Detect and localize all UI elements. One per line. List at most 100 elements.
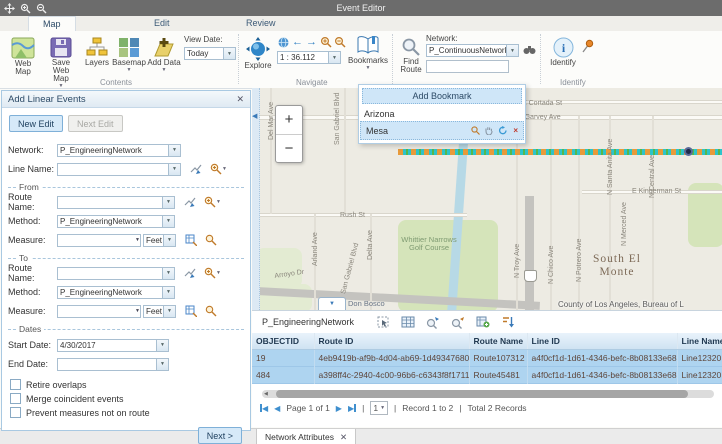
- zoom-to-route-icon[interactable]: ▼: [204, 196, 221, 208]
- route-input[interactable]: [426, 60, 509, 73]
- table-toolbar: P_EngineeringNetwork: [252, 311, 722, 333]
- to-method-select[interactable]: P_EngineeringNetwork▼: [57, 286, 175, 299]
- collapse-table-button[interactable]: ▼: [318, 297, 346, 310]
- horizontal-scrollbar[interactable]: ◀: [262, 390, 714, 398]
- column-header[interactable]: Route Name: [469, 333, 527, 350]
- add-data-dropdown-caret[interactable]: ▼: [162, 68, 167, 72]
- tab-network-attributes[interactable]: Network Attributes ✕: [256, 429, 356, 444]
- scroll-left-icon[interactable]: ◀: [264, 391, 268, 397]
- select-records-icon[interactable]: [377, 316, 390, 329]
- select-line-icon[interactable]: [190, 163, 202, 175]
- tab-close-icon[interactable]: ✕: [340, 432, 347, 443]
- panel-close-icon[interactable]: ✕: [236, 94, 244, 105]
- from-route-select[interactable]: ▼: [57, 196, 175, 209]
- forward-arrow-icon[interactable]: →: [305, 36, 318, 48]
- bookmark-item-arizona[interactable]: Arizona: [359, 107, 525, 121]
- back-arrow-icon[interactable]: ←: [291, 36, 304, 48]
- zoom-to-line-icon[interactable]: ▼: [210, 163, 227, 175]
- checkbox[interactable]: [10, 407, 21, 418]
- line-name-select[interactable]: ▼: [57, 163, 181, 176]
- zoom-to-selection-icon[interactable]: [426, 316, 440, 329]
- identify-button[interactable]: i Identify: [548, 37, 578, 67]
- bookmarks-dropdown-caret[interactable]: ▼: [366, 66, 371, 70]
- bookmark-delete-icon[interactable]: ×: [513, 126, 518, 135]
- column-header[interactable]: Line Name: [677, 333, 722, 350]
- to-measure-input[interactable]: ▼: [57, 305, 141, 318]
- from-measure-unit-select[interactable]: Feet▼: [143, 234, 176, 247]
- map-label: E Cortada St: [522, 100, 562, 107]
- pin-icon[interactable]: [580, 39, 594, 53]
- sort-icon[interactable]: [501, 316, 515, 328]
- from-measure-input[interactable]: ▼: [57, 234, 141, 247]
- tab-edit[interactable]: Edit: [140, 16, 184, 31]
- explore-button[interactable]: Explore: [243, 37, 273, 70]
- bookmark-item-mesa[interactable]: Mesa ×: [360, 121, 524, 140]
- add-data-button[interactable]: Add Data ▼: [147, 37, 181, 72]
- page-number-select[interactable]: 1 ▼: [370, 401, 388, 415]
- zoom-out-map-icon[interactable]: [333, 36, 346, 48]
- basemap-dropdown-caret[interactable]: ▼: [127, 68, 132, 72]
- map-zoom-out-button[interactable]: −: [276, 135, 302, 163]
- start-date-select[interactable]: 4/30/2017▼: [57, 339, 169, 352]
- table-cell: 4eb9419b-af9b-4d04-ab69-1d493476802b: [314, 350, 469, 367]
- panel-collapse-strip[interactable]: [252, 88, 260, 310]
- tab-review[interactable]: Review: [232, 16, 290, 31]
- scale-caret[interactable]: ▼: [328, 52, 340, 63]
- to-measure-unit-select[interactable]: Feet▼: [143, 305, 176, 318]
- add-bookmark-button[interactable]: Add Bookmark: [362, 88, 522, 104]
- network-select[interactable]: P_ContinuousNetwork ▼: [426, 44, 519, 57]
- bookmark-pan-icon[interactable]: [485, 126, 493, 135]
- map-zoom-in-button[interactable]: +: [276, 106, 302, 135]
- table-row[interactable]: 194eb9419b-af9b-4d04-ab69-1d493476802bRo…: [252, 350, 722, 367]
- checkbox[interactable]: [10, 393, 21, 404]
- globe-icon[interactable]: [277, 36, 290, 48]
- measure-zoom-icon[interactable]: [205, 234, 217, 246]
- measure-picker-icon[interactable]: [185, 234, 197, 246]
- measure-zoom-icon[interactable]: [205, 305, 217, 317]
- basemap-button[interactable]: Basemap ▼: [112, 37, 146, 72]
- column-header[interactable]: Route ID: [314, 333, 469, 350]
- tab-map[interactable]: Map: [28, 16, 76, 32]
- table-row[interactable]: 484a398ff4c-2940-4c00-96b6-c6343f8f1711R…: [252, 367, 722, 384]
- view-date-select[interactable]: Today ▼: [184, 47, 236, 60]
- bookmark-refresh-icon[interactable]: [498, 126, 508, 135]
- zoom-to-route-icon[interactable]: ▼: [204, 267, 221, 279]
- last-page-button[interactable]: ▶: [348, 404, 356, 413]
- next-page-button[interactable]: ▶: [336, 404, 342, 413]
- bookmarks-button[interactable]: Bookmarks ▼: [349, 36, 387, 70]
- measure-picker-icon[interactable]: [185, 305, 197, 317]
- switch-selection-icon[interactable]: [476, 316, 490, 328]
- first-page-button[interactable]: ◀: [260, 404, 268, 413]
- next-edit-button[interactable]: Next Edit: [68, 115, 123, 132]
- panel-network-select[interactable]: P_EngineeringNetwork ▼: [57, 144, 181, 157]
- binoculars-icon[interactable]: [523, 45, 536, 55]
- prev-page-button[interactable]: ◀: [274, 404, 280, 413]
- scale-select[interactable]: 1 : 36.112 ▼: [277, 51, 341, 64]
- to-route-select[interactable]: ▼: [57, 267, 175, 280]
- layers-button[interactable]: Layers: [82, 37, 112, 67]
- column-header[interactable]: OBJECTID: [252, 333, 314, 350]
- web-map-button[interactable]: Web Map: [6, 37, 40, 76]
- zoom-in-map-icon[interactable]: [319, 36, 332, 48]
- from-method-select[interactable]: P_EngineeringNetwork▼: [57, 215, 175, 228]
- show-table-icon[interactable]: [401, 316, 415, 328]
- checkbox[interactable]: [10, 379, 21, 390]
- map-zoom-control[interactable]: + −: [275, 105, 303, 163]
- next-button[interactable]: Next >: [198, 427, 242, 444]
- view-date-caret[interactable]: ▼: [223, 48, 235, 59]
- column-header[interactable]: Line ID: [527, 333, 677, 350]
- select-route-icon[interactable]: [184, 196, 196, 208]
- bookmark-zoom-icon[interactable]: [471, 126, 480, 135]
- network-caret[interactable]: ▼: [506, 45, 518, 56]
- collapse-left-icon[interactable]: ◀: [252, 112, 257, 120]
- save-dropdown-caret[interactable]: ▼: [59, 84, 64, 88]
- end-date-select[interactable]: ▼: [57, 358, 169, 371]
- scrollbar-thumb[interactable]: [276, 390, 688, 398]
- pan-to-selection-icon[interactable]: [451, 316, 465, 329]
- save-web-map-button[interactable]: Save Web Map ▼: [44, 37, 78, 88]
- new-edit-button[interactable]: New Edit: [9, 115, 63, 132]
- find-route-button[interactable]: Find Route: [397, 37, 425, 74]
- street: [652, 116, 654, 310]
- select-route-icon[interactable]: [184, 267, 196, 279]
- checkbox-row: Retire overlaps: [10, 379, 250, 390]
